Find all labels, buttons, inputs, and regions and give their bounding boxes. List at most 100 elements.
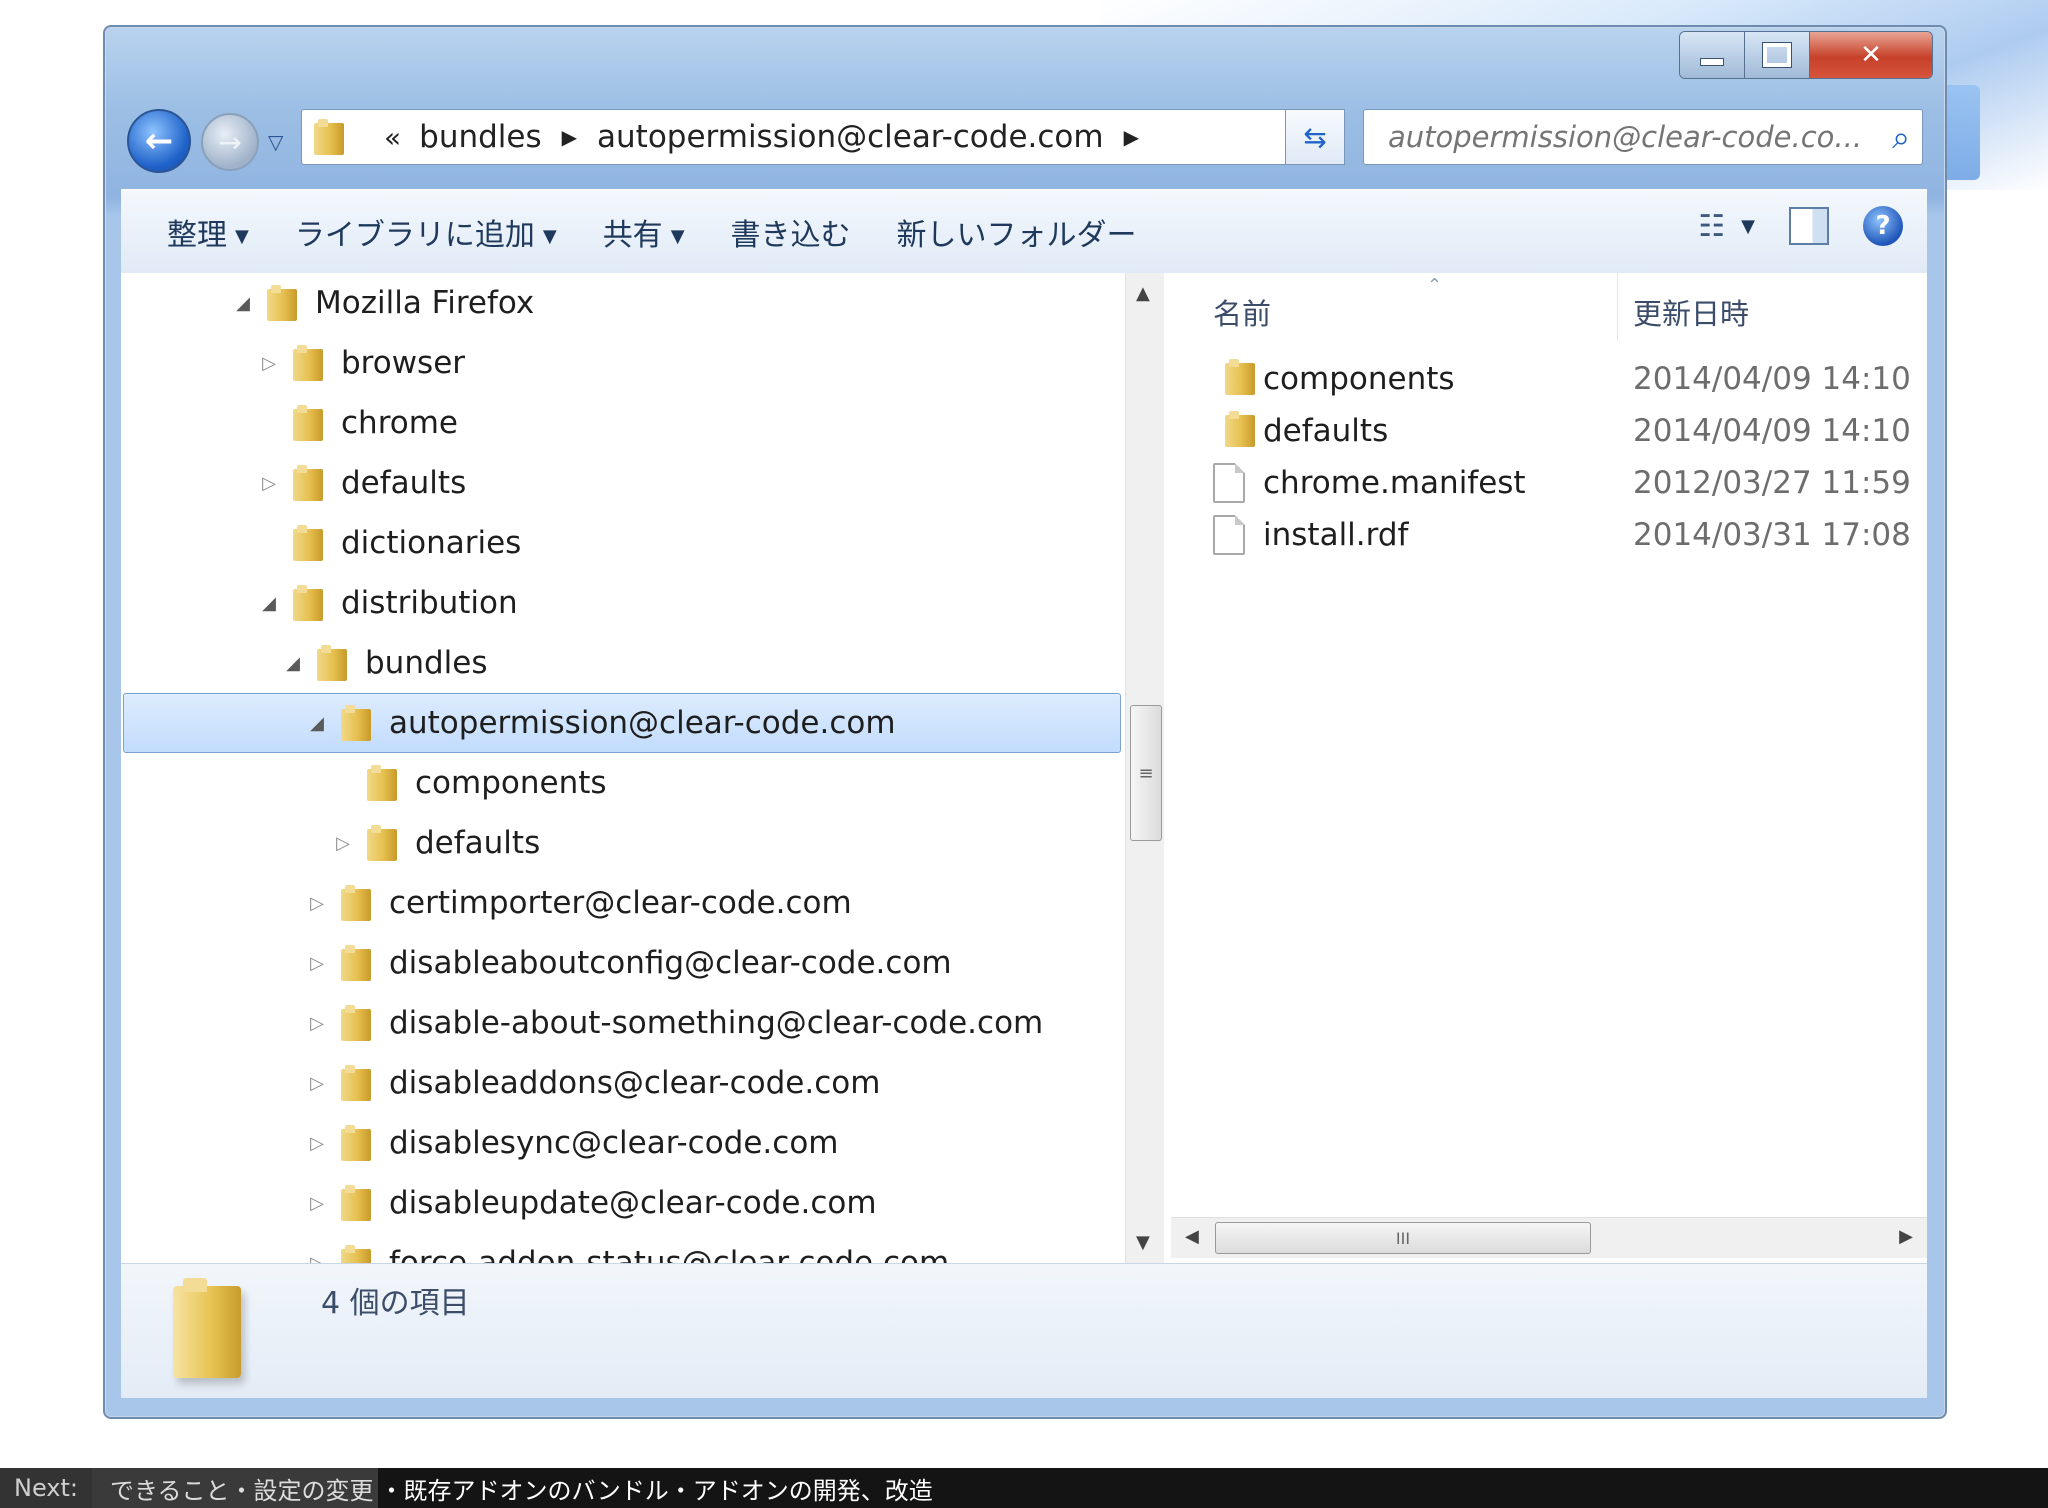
scroll-down-icon[interactable]: ▼: [1136, 1232, 1150, 1253]
tree-item[interactable]: ◢ bundles: [121, 633, 1125, 693]
collapsed-arrow-icon[interactable]: ▷: [257, 473, 281, 494]
search-box[interactable]: ⌕: [1363, 109, 1923, 165]
folder-icon: [293, 405, 323, 441]
scroll-up-icon[interactable]: ▲: [1136, 283, 1150, 304]
search-icon[interactable]: ⌕: [1892, 118, 1910, 157]
sort-ascending-icon: ⌃: [1427, 275, 1443, 296]
tree-item-selected[interactable]: ◢ autopermission@clear-code.com: [121, 693, 1125, 753]
column-divider[interactable]: [1617, 273, 1618, 341]
tree-item[interactable]: ◢ Mozilla Firefox: [121, 273, 1125, 333]
breadcrumb-separator-icon[interactable]: ▶: [1124, 125, 1139, 149]
folder-icon: [341, 1005, 371, 1041]
share-label: 共有: [602, 218, 663, 253]
file-list-pane[interactable]: ⌃ 名前 更新日時 components 2014/04/09 14:10 de…: [1171, 273, 1927, 1263]
expanded-arrow-icon[interactable]: ◢: [281, 653, 305, 674]
help-icon[interactable]: ?: [1863, 206, 1903, 246]
tree-item[interactable]: ▷ force-addon-status@clear-code.com: [121, 1233, 1125, 1263]
back-arrow-icon: ←: [144, 121, 174, 161]
tree-item[interactable]: ▷ disableaboutconfig@clear-code.com: [121, 933, 1125, 993]
file-list-hscrollbar[interactable]: ◀ III ▶: [1171, 1217, 1927, 1258]
folder-icon: [1225, 359, 1255, 395]
tree-item-label: disable-about-something@clear-code.com: [389, 1005, 1044, 1041]
tree-item[interactable]: chrome: [121, 393, 1125, 453]
new-folder-button[interactable]: 新しいフォルダー: [897, 210, 1137, 254]
expanded-arrow-icon[interactable]: ◢: [231, 293, 255, 314]
tree-item-label: disablesync@clear-code.com: [389, 1125, 839, 1161]
collapsed-arrow-icon[interactable]: ▷: [305, 1253, 329, 1264]
tree-item[interactable]: ▷ defaults: [121, 813, 1125, 873]
expanded-arrow-icon[interactable]: ◢: [257, 593, 281, 614]
scroll-right-icon[interactable]: ▶: [1899, 1226, 1913, 1247]
slide-footer: Next: できること・設定の変更 ・既存アドオンのバンドル・アドオンの開発、改…: [0, 1468, 2048, 1508]
breadcrumb-bundles[interactable]: bundles: [419, 119, 542, 155]
breadcrumb-overflow[interactable]: «: [384, 121, 401, 154]
tree-item-label: disableaboutconfig@clear-code.com: [389, 945, 952, 981]
forward-button[interactable]: →: [201, 113, 259, 171]
close-button[interactable]: ✕: [1810, 32, 1932, 78]
view-options-icon[interactable]: ☷: [1698, 209, 1725, 244]
collapsed-arrow-icon[interactable]: ▷: [305, 893, 329, 914]
recent-pages-dropdown[interactable]: ▽: [268, 130, 283, 154]
tree-item-label: components: [415, 765, 607, 801]
tree-item[interactable]: components: [121, 753, 1125, 813]
tree-item-label: disableupdate@clear-code.com: [389, 1185, 877, 1221]
collapsed-arrow-icon[interactable]: ▷: [305, 953, 329, 974]
file-row[interactable]: install.rdf 2014/03/31 17:08: [1171, 509, 1927, 561]
breadcrumb-separator-icon[interactable]: ▶: [562, 125, 577, 149]
collapsed-arrow-icon[interactable]: ▷: [257, 353, 281, 374]
tree-item-label: disableaddons@clear-code.com: [389, 1065, 881, 1101]
address-bar[interactable]: « bundles ▶ autopermission@clear-code.co…: [301, 109, 1337, 165]
preview-pane-icon[interactable]: [1789, 207, 1829, 245]
file-row[interactable]: chrome.manifest 2012/03/27 11:59: [1171, 457, 1927, 509]
next-label: Next:: [0, 1468, 92, 1508]
chevron-down-icon[interactable]: ▼: [1741, 216, 1755, 237]
folder-icon: [341, 1245, 371, 1263]
tree-item[interactable]: ▷ defaults: [121, 453, 1125, 513]
folder-icon: [293, 585, 323, 621]
chevron-down-icon: ▼: [235, 226, 249, 247]
file-row[interactable]: defaults 2014/04/09 14:10: [1171, 405, 1927, 457]
tree-item-label: autopermission@clear-code.com: [389, 705, 896, 741]
next-topics-upcoming: ・既存アドオンのバンドル・アドオンの開発、改造: [379, 1476, 933, 1505]
tree-item[interactable]: ▷ disableaddons@clear-code.com: [121, 1053, 1125, 1113]
collapsed-arrow-icon[interactable]: ▷: [305, 1193, 329, 1214]
refresh-button[interactable]: ⇆: [1285, 109, 1345, 165]
minimize-icon: [1700, 58, 1724, 66]
collapsed-arrow-icon[interactable]: ▷: [331, 833, 355, 854]
folder-icon: [367, 765, 397, 801]
share-menu[interactable]: 共有 ▼: [603, 210, 685, 254]
column-header: ⌃ 名前 更新日時: [1171, 273, 1927, 341]
column-name-header[interactable]: 名前: [1213, 291, 1271, 333]
navigation-pane[interactable]: ◢ Mozilla Firefox ▷ browser chrome ▷ defaul…: [121, 273, 1125, 1263]
scrollbar-thumb[interactable]: ≡: [1130, 705, 1162, 841]
organize-menu[interactable]: 整理 ▼: [167, 210, 249, 254]
close-icon: ✕: [1860, 40, 1882, 70]
add-to-library-menu[interactable]: ライブラリに追加 ▼: [295, 210, 557, 254]
collapsed-arrow-icon[interactable]: ▷: [305, 1133, 329, 1154]
tree-item[interactable]: dictionaries: [121, 513, 1125, 573]
scroll-left-icon[interactable]: ◀: [1185, 1226, 1199, 1247]
tree-item[interactable]: ◢ distribution: [121, 573, 1125, 633]
maximize-button[interactable]: [1745, 32, 1810, 78]
tree-item[interactable]: ▷ browser: [121, 333, 1125, 393]
breadcrumb-autopermission[interactable]: autopermission@clear-code.com: [597, 119, 1104, 155]
file-row[interactable]: components 2014/04/09 14:10: [1171, 353, 1927, 405]
tree-item[interactable]: ▷ disable-about-something@clear-code.com: [121, 993, 1125, 1053]
folder-icon: [341, 945, 371, 981]
minimize-button[interactable]: [1680, 32, 1745, 78]
back-button[interactable]: ←: [127, 109, 191, 173]
navigation-scrollbar[interactable]: ▲ ≡ ▼: [1125, 273, 1164, 1263]
search-input[interactable]: [1386, 119, 1870, 155]
folder-icon: [293, 525, 323, 561]
collapsed-arrow-icon[interactable]: ▷: [305, 1073, 329, 1094]
tree-item[interactable]: ▷ disableupdate@clear-code.com: [121, 1173, 1125, 1233]
collapsed-arrow-icon[interactable]: ▷: [305, 1013, 329, 1034]
folder-icon: [293, 345, 323, 381]
burn-button[interactable]: 書き込む: [731, 210, 851, 254]
hscrollbar-thumb[interactable]: III: [1215, 1222, 1591, 1254]
tree-item[interactable]: ▷ certimporter@clear-code.com: [121, 873, 1125, 933]
file-icon: [1213, 463, 1245, 503]
expanded-arrow-icon[interactable]: ◢: [305, 713, 329, 734]
tree-item[interactable]: ▷ disablesync@clear-code.com: [121, 1113, 1125, 1173]
column-modified-header[interactable]: 更新日時: [1633, 291, 1749, 333]
